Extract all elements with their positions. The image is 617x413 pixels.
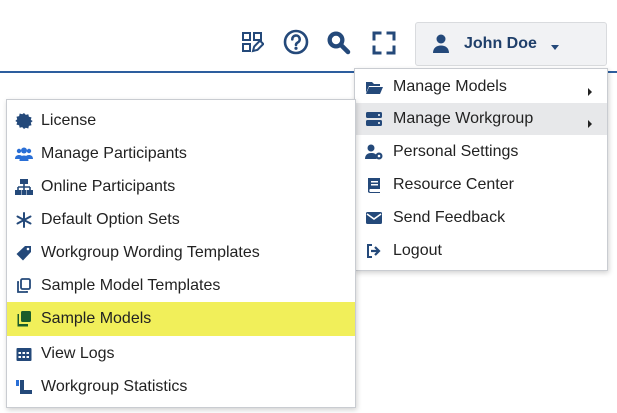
search-icon[interactable] [325, 29, 351, 55]
menu-item-label: Send Feedback [393, 209, 506, 226]
menu-item-label: Manage Workgroup [393, 110, 534, 127]
chevron-right-icon [587, 83, 593, 96]
menu-item-label: Sample Model Templates [41, 276, 221, 294]
menu-item-label: Default Option Sets [41, 210, 180, 228]
menu-item-manage-workgroup[interactable]: Manage Workgroup [355, 103, 607, 135]
menu-item-workgroup-statistics[interactable]: Workgroup Statistics [7, 370, 355, 403]
menu-item-manage-participants[interactable]: Manage Participants [7, 137, 355, 170]
chevron-right-icon [587, 115, 593, 128]
copy-outline-icon [15, 277, 33, 294]
menu-item-label: License [41, 111, 97, 129]
menu-item-logout[interactable]: Logout [355, 235, 607, 267]
copy-filled-icon [15, 311, 33, 327]
workgroup-submenu: License Manage Participants Online Parti… [6, 99, 356, 408]
menu-item-personal-settings[interactable]: Personal Settings [355, 136, 607, 168]
menu-item-label: Workgroup Statistics [41, 377, 188, 395]
user-menu-button[interactable]: John Doe [415, 22, 607, 66]
menu-item-resource-center[interactable]: Resource Center [355, 169, 607, 201]
menu-item-label: Sample Models [41, 310, 152, 327]
menu-item-label: View Logs [41, 344, 115, 362]
menu-item-label: Online Participants [41, 177, 176, 195]
menu-item-label: Personal Settings [393, 143, 519, 160]
menu-item-online-participants[interactable]: Online Participants [7, 170, 355, 203]
top-bar: John Doe [0, 0, 617, 73]
menu-item-send-feedback[interactable]: Send Feedback [355, 202, 607, 234]
menu-item-label: Manage Participants [41, 144, 187, 162]
menu-item-view-logs[interactable]: View Logs [7, 337, 355, 370]
sitemap-icon [15, 178, 33, 195]
calendar-icon [15, 346, 33, 362]
layout-edit-icon[interactable] [240, 30, 264, 54]
tag-icon [15, 245, 33, 261]
user-icon [432, 34, 450, 54]
fullscreen-icon[interactable] [372, 31, 396, 55]
asterisk-icon [15, 211, 33, 228]
menu-item-label: Workgroup Wording Templates [41, 243, 260, 261]
user-gear-icon [365, 144, 383, 160]
envelope-icon [365, 210, 383, 226]
server-icon [365, 111, 383, 127]
chart-icon [15, 379, 33, 395]
folder-open-icon [365, 79, 383, 95]
book-icon [365, 177, 383, 193]
menu-item-sample-model-templates[interactable]: Sample Model Templates [7, 269, 355, 302]
user-name: John Doe [464, 35, 537, 52]
menu-item-label: Manage Models [393, 78, 507, 95]
user-dropdown-menu: Manage Models Manage Workgroup Personal … [354, 68, 608, 271]
menu-item-workgroup-wording-templates[interactable]: Workgroup Wording Templates [7, 236, 355, 269]
menu-item-default-option-sets[interactable]: Default Option Sets [7, 203, 355, 236]
menu-item-label: Logout [393, 242, 442, 259]
menu-item-license[interactable]: License [7, 104, 355, 137]
sign-out-icon [365, 243, 383, 259]
chevron-down-icon [550, 39, 560, 50]
users-icon [15, 146, 33, 162]
certificate-icon [15, 112, 33, 129]
menu-item-manage-models[interactable]: Manage Models [355, 71, 607, 103]
menu-item-label: Resource Center [393, 176, 514, 193]
help-icon[interactable] [283, 29, 309, 55]
menu-item-sample-models[interactable]: Sample Models [7, 302, 355, 336]
